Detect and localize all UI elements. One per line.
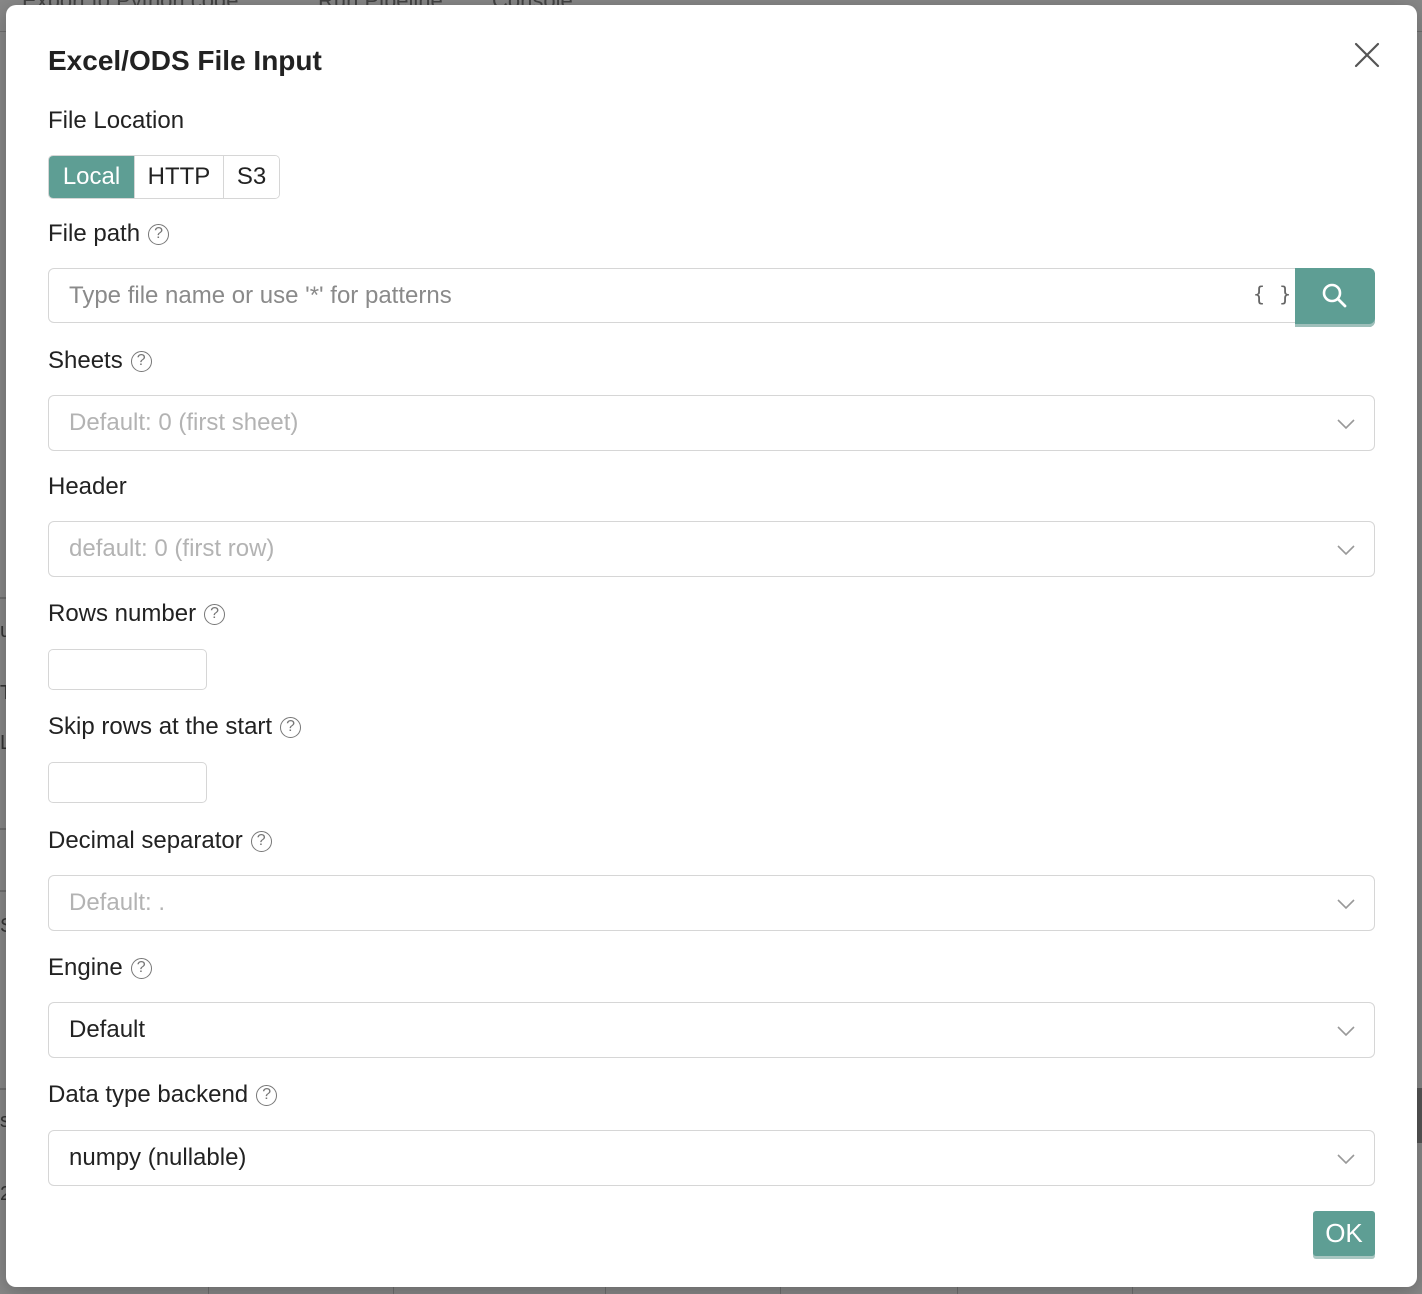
browse-files-button[interactable] (1295, 268, 1375, 327)
file-location-label: File Location (48, 107, 184, 135)
chevron-down-icon (1337, 1026, 1355, 1037)
background-divider (1132, 1287, 1133, 1294)
data-type-backend-label: Data type backend ? (48, 1081, 278, 1109)
excel-file-input-dialog: Excel/ODS File Input File Location Local… (6, 5, 1417, 1287)
decimal-separator-placeholder: Default: . (69, 889, 166, 916)
decimal-separator-label: Decimal separator ? (48, 827, 272, 855)
header-select[interactable]: default: 0 (first row) (48, 521, 1375, 577)
file-path-label-text: File path (48, 220, 141, 247)
data-type-backend-value: numpy (nullable) (69, 1144, 247, 1171)
dialog-title: Excel/ODS File Input (48, 45, 322, 76)
chevron-down-icon (1337, 1154, 1355, 1165)
header-label-text: Header (48, 473, 127, 500)
chevron-down-icon (1337, 419, 1355, 430)
file-path-field: { } (48, 268, 1375, 327)
engine-label: Engine ? (48, 954, 152, 982)
close-button[interactable] (1352, 40, 1382, 70)
engine-value: Default (69, 1016, 146, 1043)
skip-rows-label: Skip rows at the start ? (48, 713, 302, 741)
header-label: Header (48, 473, 127, 501)
help-icon[interactable]: ? (204, 603, 226, 625)
data-type-backend-select[interactable]: numpy (nullable) (48, 1130, 1375, 1186)
skip-rows-label-text: Skip rows at the start (48, 713, 273, 740)
chevron-down-icon (1337, 545, 1355, 556)
background-divider (957, 1287, 958, 1294)
ok-button[interactable]: OK (1313, 1211, 1375, 1256)
background-divider (605, 1287, 606, 1294)
background-divider (393, 1287, 394, 1294)
close-icon (1354, 42, 1380, 68)
sheets-label: Sheets ? (48, 347, 152, 375)
decimal-separator-select[interactable]: Default: . (48, 875, 1375, 931)
header-placeholder: default: 0 (first row) (69, 535, 275, 562)
background-divider (780, 1287, 781, 1294)
variable-icon[interactable]: { } (1253, 282, 1292, 306)
location-local-button[interactable]: Local (49, 156, 134, 198)
engine-select[interactable]: Default (48, 1002, 1375, 1058)
file-location-label-text: File Location (48, 107, 185, 134)
rows-number-label-text: Rows number (48, 600, 197, 627)
sheets-label-text: Sheets (48, 347, 123, 374)
engine-label-text: Engine (48, 954, 123, 981)
file-path-label: File path ? (48, 220, 170, 248)
rows-number-label: Rows number ? (48, 600, 226, 628)
skip-rows-input[interactable] (48, 762, 207, 803)
file-location-selector: Local HTTP S3 (48, 155, 280, 199)
location-http-button[interactable]: HTTP (134, 156, 223, 198)
data-type-backend-label-text: Data type backend (48, 1081, 249, 1108)
file-path-input[interactable] (48, 268, 1296, 323)
help-icon[interactable]: ? (280, 716, 302, 738)
help-icon[interactable]: ? (130, 957, 152, 979)
help-icon[interactable]: ? (256, 1084, 278, 1106)
location-s3-button[interactable]: S3 (223, 156, 279, 198)
sheets-select[interactable]: Default: 0 (first sheet) (48, 395, 1375, 451)
help-icon[interactable]: ? (130, 350, 152, 372)
help-icon[interactable]: ? (250, 830, 272, 852)
background-divider (208, 1287, 209, 1294)
chevron-down-icon (1337, 899, 1355, 910)
decimal-separator-label-text: Decimal separator (48, 827, 243, 854)
help-icon[interactable]: ? (148, 223, 170, 245)
background-scrollbar (1417, 1088, 1422, 1143)
sheets-placeholder: Default: 0 (first sheet) (69, 409, 299, 436)
rows-number-input[interactable] (48, 649, 207, 690)
search-icon (1322, 283, 1347, 308)
